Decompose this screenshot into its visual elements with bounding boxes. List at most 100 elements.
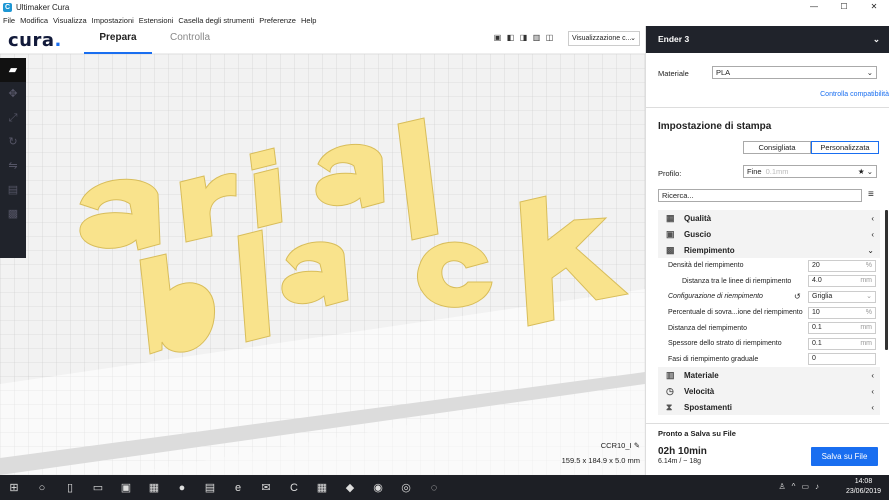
recommended-mode-button[interactable]: Consigliata <box>743 141 811 154</box>
rotate-icon[interactable]: ↻ <box>0 130 26 154</box>
gift-app-icon[interactable]: ▦ <box>140 481 168 494</box>
menu-toolbox[interactable]: Casella degli strumenti <box>178 16 254 25</box>
setting-label: Fasi di riempimento graduale <box>668 355 759 363</box>
calculator-icon[interactable]: ▦ <box>308 481 336 494</box>
view-type-value: Visualizzazione c... <box>572 35 632 42</box>
category-quality[interactable]: ▦ Qualità ‹ <box>658 210 880 226</box>
category-infill[interactable]: ▩ Riempimento ⌄ <box>658 242 880 258</box>
hamburger-menu-icon[interactable]: ≡ <box>868 189 874 200</box>
edge-icon[interactable]: e <box>224 482 252 494</box>
settings-search-input[interactable]: Ricerca... <box>658 189 862 202</box>
right-view-icon[interactable]: ◫ <box>543 33 556 45</box>
setting-row: Fasi di riempimento graduale 0 <box>658 352 880 368</box>
save-to-file-button[interactable]: Salva su File <box>811 447 878 466</box>
check-compatibility-link[interactable]: Controlla compatibilità <box>820 91 889 98</box>
printer-name: Ender 3 <box>658 34 690 44</box>
category-shell[interactable]: ▣ Guscio ‹ <box>658 226 880 242</box>
setting-unit: % <box>865 261 872 269</box>
move-icon[interactable]: ✥ <box>0 82 26 106</box>
powerpoint-icon[interactable]: ● <box>168 482 196 494</box>
material-select[interactable]: PLA ⌄ <box>712 66 877 79</box>
setting-input[interactable]: 4.0 mm <box>808 275 876 288</box>
object-dimensions: 159.5 x 184.9 x 5.0 mm <box>561 456 640 465</box>
clock-date: 23/06/2019 <box>845 488 881 495</box>
cura-app-icon: C <box>3 2 12 12</box>
mail-icon[interactable]: ✉ <box>252 481 280 494</box>
menu-extensions[interactable]: Estensioni <box>139 16 174 25</box>
3d-viewport[interactable] <box>0 54 645 475</box>
print-summary: Pronto a Salva su File 02h 10min 6.14m /… <box>646 423 889 475</box>
chrome-icon[interactable]: ◉ <box>364 481 392 494</box>
reset-icon[interactable]: ↺ <box>794 292 801 301</box>
menu-edit[interactable]: Modifica <box>20 16 48 25</box>
chevron-left-icon: ‹ <box>871 370 874 380</box>
stage-header: cura. Prepara Controlla ▣ ◧ ◨ ▥ ◫ Visual… <box>0 26 645 54</box>
clock[interactable]: 14:08 23/06/2019 <box>846 477 881 497</box>
whatsapp-icon[interactable]: ◌ <box>420 482 448 494</box>
setting-input[interactable]: 0.1 mm <box>808 322 876 335</box>
task-view-icon[interactable]: ▯ <box>56 481 84 494</box>
word-icon[interactable]: ▤ <box>196 481 224 494</box>
clock-time: 14:08 <box>854 478 873 485</box>
dropbox-icon[interactable]: ◆ <box>336 481 364 494</box>
view-type-select[interactable]: Visualizzazione c... ⌄ <box>568 31 640 46</box>
people-icon[interactable]: ♙ <box>779 482 786 491</box>
setting-select[interactable]: Griglia ⌄ <box>808 290 876 303</box>
printer-selector[interactable]: Ender 3 ⌄ <box>646 26 889 53</box>
custom-mode-button[interactable]: Personalizzata <box>811 141 879 154</box>
infill-icon: ▩ <box>666 244 675 255</box>
cura-taskbar-icon[interactable]: C <box>280 482 308 494</box>
support-blocker-icon[interactable]: ▩ <box>0 202 26 226</box>
object-info: CCR10_I ✎ 159.5 x 184.9 x 5.0 mm <box>520 441 640 465</box>
left-view-icon[interactable]: ▥ <box>530 33 543 45</box>
maximize-button[interactable]: ☐ <box>829 0 859 14</box>
3d-view-icon[interactable]: ▣ <box>491 33 504 45</box>
windows-start-icon[interactable]: ⊞ <box>0 481 28 494</box>
menu-file[interactable]: File <box>3 16 15 25</box>
setting-input[interactable]: 0.1 mm <box>808 337 876 350</box>
setting-label: Distanza del riempimento <box>668 324 747 332</box>
menu-preferences[interactable]: Preferenze <box>259 16 296 25</box>
setting-row: Configurazione di riempimento ↺ Griglia ⌄ <box>658 289 880 305</box>
spotify-icon[interactable]: ◎ <box>392 481 420 494</box>
tab-monitor[interactable]: Controlla <box>170 32 210 54</box>
category-travel[interactable]: ⧗ Spostamenti ‹ <box>658 399 880 416</box>
folder-open-icon[interactable]: ▰ <box>0 58 26 82</box>
setting-label: Densità del riempimento <box>668 262 744 270</box>
object-name: CCR10_I <box>600 441 632 450</box>
print-settings-panel: Ender 3 ⌄ Materiale PLA ⌄ Controlla compat… <box>645 26 889 475</box>
setting-input[interactable]: 0 <box>808 353 876 366</box>
setting-input[interactable]: 10% <box>808 306 876 319</box>
category-label: Spostamenti <box>684 402 733 412</box>
chevron-down-icon: ⌄ <box>630 35 636 42</box>
menu-help[interactable]: Help <box>301 16 316 25</box>
file-explorer-icon[interactable]: ▭ <box>84 481 112 494</box>
mirror-icon[interactable]: ⇋ <box>0 154 26 178</box>
category-material[interactable]: ▥ Materiale ‹ <box>658 367 880 384</box>
settings-scrollbar[interactable] <box>885 210 888 350</box>
setting-row: Spessore dello strato di riempimento 0.1 m… <box>658 336 880 352</box>
logo-dot: . <box>54 30 62 51</box>
front-view-icon[interactable]: ◧ <box>504 33 517 45</box>
pencil-icon[interactable]: ✎ <box>634 441 640 450</box>
category-label: Guscio <box>684 229 712 239</box>
search-icon[interactable]: ○ <box>28 482 56 494</box>
category-label: Materiale <box>684 370 719 380</box>
menu-view[interactable]: Visualizza <box>53 16 87 25</box>
top-view-icon[interactable]: ◨ <box>517 33 530 45</box>
network-icon[interactable]: ▭ <box>801 482 809 491</box>
tab-prepare[interactable]: Prepara <box>84 32 152 54</box>
per-model-settings-icon[interactable]: ▤ <box>0 178 26 202</box>
profile-select[interactable]: Fine 0.1mm ★ ⌄ <box>743 165 877 178</box>
excel-icon[interactable]: ▣ <box>112 481 140 494</box>
category-label: Riempimento <box>684 245 735 255</box>
setting-row: Distanza tra le linee di riempimento 4.0 m… <box>658 274 880 290</box>
setting-input[interactable]: 20% <box>808 259 876 272</box>
chevron-up-icon[interactable]: ^ <box>792 482 796 491</box>
minimize-button[interactable]: — <box>799 0 829 14</box>
scale-icon[interactable]: ⤢ <box>0 106 26 130</box>
category-speed[interactable]: ◷ Velocità ‹ <box>658 383 880 400</box>
close-button[interactable]: ✕ <box>859 0 889 14</box>
volume-icon[interactable]: ♪ <box>815 482 819 491</box>
menu-settings[interactable]: Impostazioni <box>92 16 134 25</box>
